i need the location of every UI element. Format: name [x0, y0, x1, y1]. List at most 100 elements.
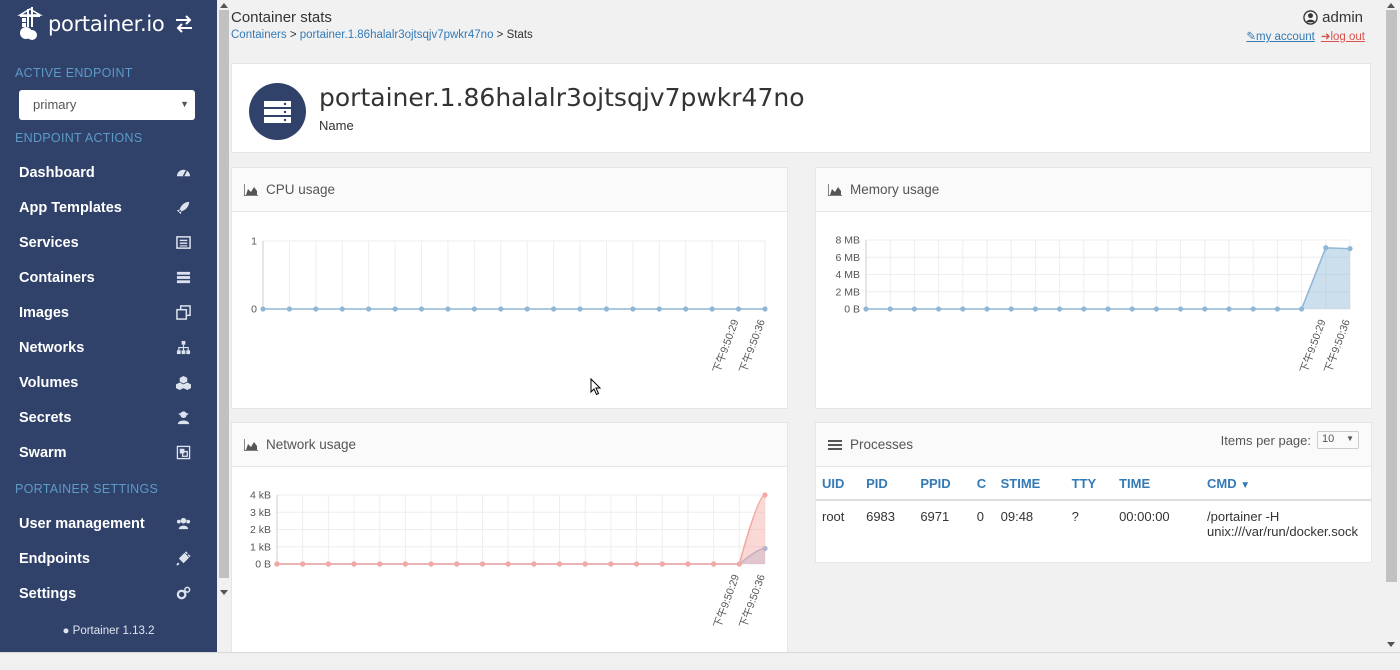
server-icon: [264, 101, 291, 123]
data-point: [313, 306, 319, 312]
breadcrumb-container-link[interactable]: portainer.1.86halalr3ojtsqjv7pwkr47no: [300, 29, 494, 41]
data-point: [1032, 306, 1038, 312]
column-header-time[interactable]: TIME: [1113, 467, 1201, 501]
processes-panel-title: Processes: [850, 437, 914, 452]
browser-status-bar: [0, 652, 1400, 670]
endpoint-select[interactable]: primary ▼: [19, 90, 195, 120]
column-header-tty[interactable]: TTY: [1065, 467, 1114, 501]
rocket-icon: [176, 201, 190, 215]
scroll-up-arrow-icon[interactable]: [220, 3, 228, 8]
user-secret-icon: [177, 411, 190, 425]
cubes-icon: [176, 375, 191, 390]
cogs-icon: [176, 586, 191, 600]
column-header-cmd[interactable]: CMD ▼: [1201, 467, 1371, 501]
sidebar-footer: ● Portainer 1.13.2: [0, 625, 217, 637]
brand-name: portainer.io: [48, 12, 165, 36]
series-line: [277, 547, 766, 565]
x-tick-label: 下午9:50:36: [736, 572, 767, 629]
data-point: [1008, 306, 1014, 312]
data-point: [1057, 306, 1063, 312]
scroll-down-arrow-icon[interactable]: [1387, 642, 1395, 647]
data-point: [683, 306, 689, 312]
cell-pid: 6983: [866, 509, 896, 524]
portainer-version: Portainer 1.13.2: [72, 625, 155, 637]
cell-time: 00:00:00: [1119, 509, 1170, 524]
data-point: [325, 561, 331, 567]
plug-icon: [176, 551, 191, 566]
memory-panel-title: Memory usage: [850, 182, 940, 197]
cell-ppid: 6971: [920, 509, 950, 524]
sidebar-item-containers[interactable]: Containers: [0, 260, 217, 295]
area-chart-icon: [244, 438, 258, 451]
my-account-link[interactable]: ✎my account: [1246, 29, 1314, 43]
sidebar-toggle-icon[interactable]: [174, 15, 194, 33]
page-scrollbar[interactable]: [1383, 0, 1400, 652]
users-icon: [176, 517, 191, 530]
column-header-stime[interactable]: STIME: [994, 467, 1066, 501]
sidebar-item-swarm[interactable]: Swarm: [0, 435, 217, 470]
sidebar-item-app-templates[interactable]: App Templates: [0, 190, 217, 225]
sidebar-item-volumes[interactable]: Volumes: [0, 365, 217, 400]
data-point: [633, 561, 640, 567]
sidebar-item-dashboard[interactable]: Dashboard: [0, 155, 217, 190]
sidebar-item-endpoints[interactable]: Endpoints: [0, 541, 217, 576]
sidebar-item-secrets[interactable]: Secrets: [0, 400, 217, 435]
wrench-icon: ✎: [1246, 31, 1257, 43]
column-header-ppid[interactable]: PPID: [914, 467, 971, 501]
y-tick-label: 0 B: [255, 559, 271, 571]
data-point: [863, 306, 869, 312]
memory-usage-panel: Memory usage 0 B2 MB 4 MB 6 MB 8 MB 下午9:50:2…: [815, 167, 1372, 409]
data-point: [498, 306, 504, 312]
portainer-logo-icon: [17, 7, 43, 40]
column-header-uid[interactable]: UID: [816, 467, 861, 501]
y-tick-label: 1 kB: [250, 541, 271, 553]
data-point: [286, 306, 293, 312]
data-point: [445, 306, 451, 312]
data-point: [274, 561, 280, 567]
sidebar-item-label: Dashboard: [19, 164, 95, 181]
scroll-up-arrow-icon[interactable]: [1387, 3, 1395, 8]
data-point: [1105, 306, 1111, 312]
cell-tty: ?: [1071, 509, 1079, 524]
data-point: [505, 561, 511, 567]
page-scrollbar-thumb[interactable]: [1386, 10, 1397, 582]
data-point: [300, 561, 306, 567]
column-header-c[interactable]: C: [970, 467, 995, 501]
data-point: [762, 306, 768, 312]
sidebar-item-services[interactable]: Services: [0, 225, 217, 260]
scroll-down-arrow-icon[interactable]: [220, 590, 228, 595]
sidebar-item-label: App Templates: [19, 199, 122, 216]
log-out-link[interactable]: ➜log out: [1321, 29, 1365, 43]
x-tick-label: 下午9:50:29: [711, 572, 742, 629]
breadcrumb-containers-link[interactable]: Containers: [231, 29, 287, 41]
breadcrumb-separator: >: [289, 29, 297, 41]
sidebar-item-label: Swarm: [19, 444, 67, 461]
sidebar-item-networks[interactable]: Networks: [0, 330, 217, 365]
portainer-settings-title: PORTAINER SETTINGS: [15, 482, 159, 496]
data-point: [479, 561, 486, 567]
brand-logo[interactable]: portainer.io: [17, 4, 177, 44]
area-chart-icon: [244, 183, 258, 196]
network-usage-chart: 0 B 1 kB 2 kB 3 kB 4 kB 下午9:50:29下午9:50:36: [250, 490, 768, 630]
items-per-page-select[interactable]: 10 ▼: [1317, 431, 1359, 449]
server-icon: [176, 271, 191, 284]
container-name-label: Name: [319, 118, 354, 133]
network-panel-title: Network usage: [266, 437, 357, 452]
sidebar-item-label: Services: [19, 234, 79, 251]
data-point: [1178, 306, 1184, 312]
data-point: [735, 306, 742, 312]
items-per-page-label: Items per page:: [1220, 432, 1311, 448]
column-header-pid[interactable]: PID: [860, 467, 915, 501]
sidebar-item-label: Containers: [19, 269, 95, 286]
cell-uid: root: [822, 509, 845, 524]
list-icon: [828, 439, 842, 450]
sidebar-scrollbar-thumb[interactable]: [219, 10, 229, 578]
cpu-panel-title: CPU usage: [266, 182, 336, 197]
cell-c: 0: [976, 509, 984, 524]
sidebar-item-images[interactable]: Images: [0, 295, 217, 330]
sidebar-scrollbar[interactable]: [217, 0, 231, 652]
sidebar-item-settings[interactable]: Settings: [0, 576, 217, 611]
sidebar-item-user-management[interactable]: User management: [0, 506, 217, 541]
data-point: [603, 306, 610, 312]
data-point: [524, 306, 530, 312]
